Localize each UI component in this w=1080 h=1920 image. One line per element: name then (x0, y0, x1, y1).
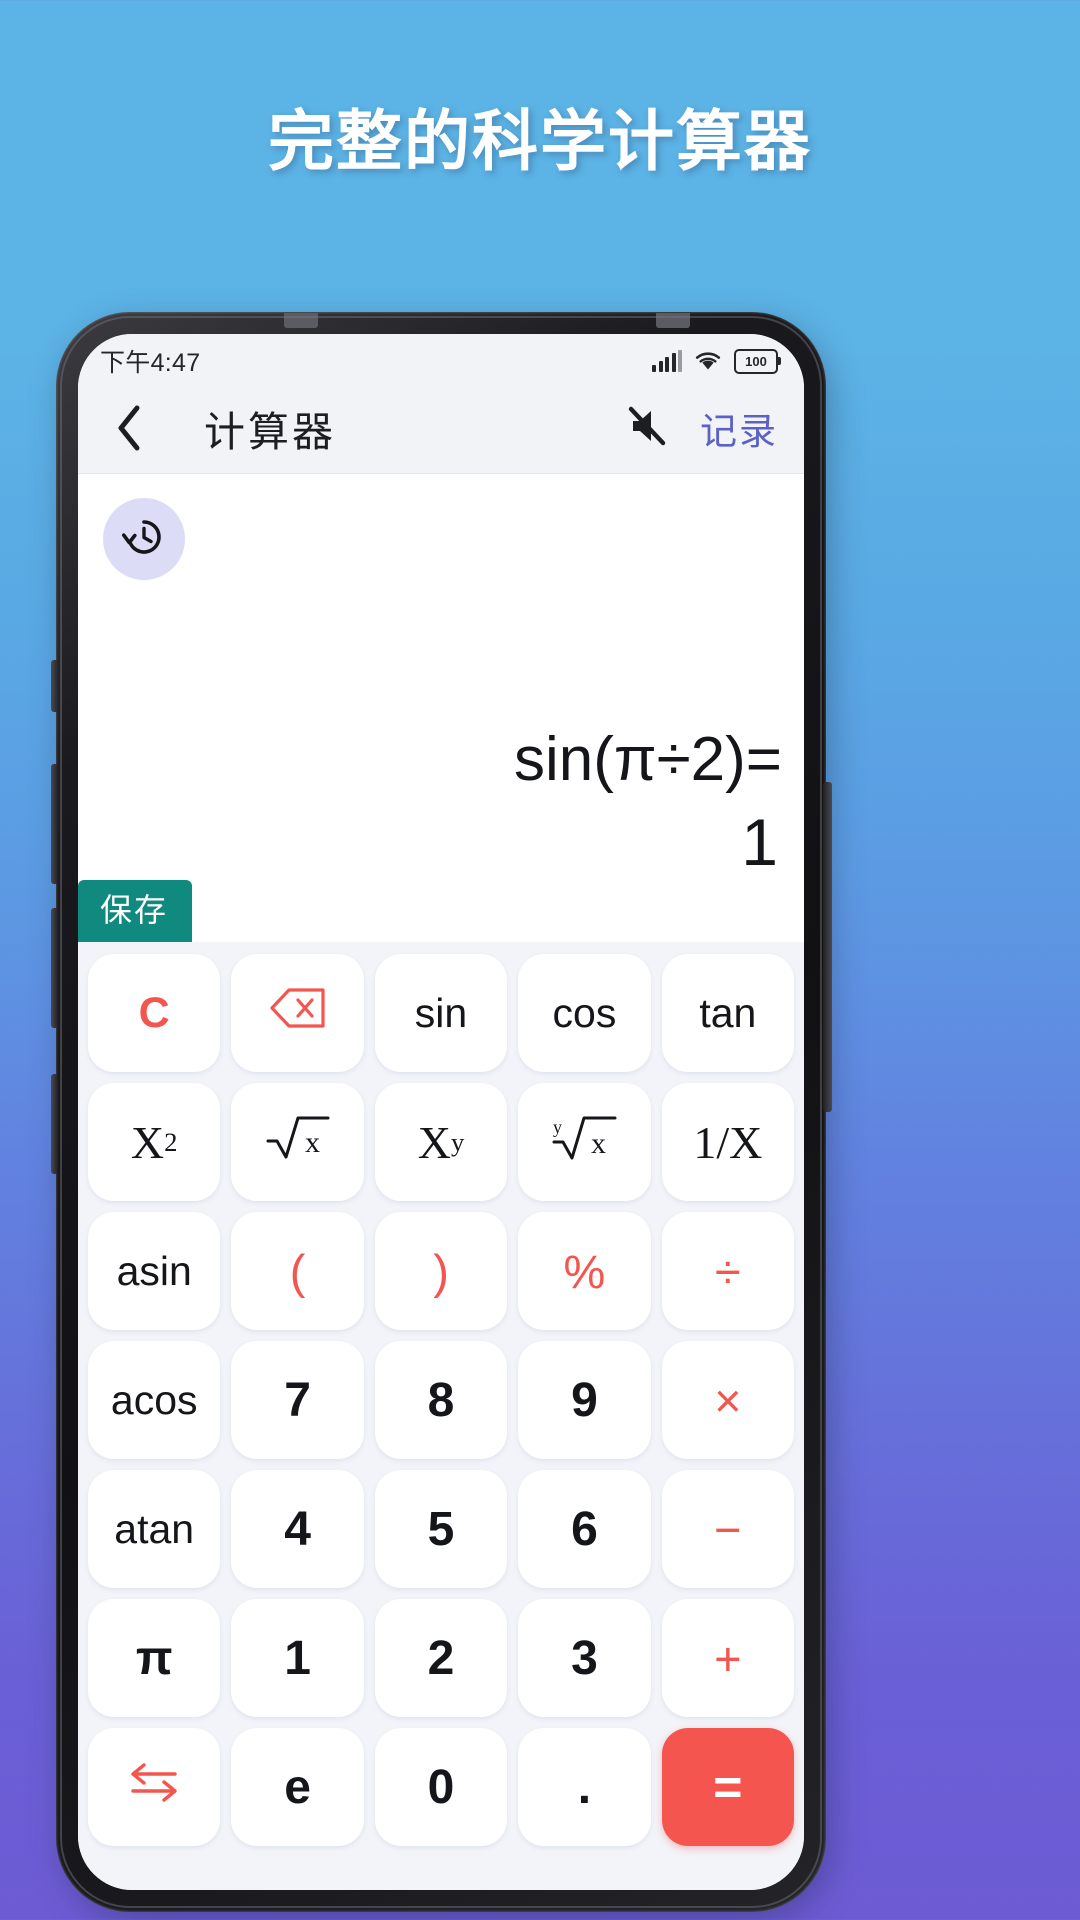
phone-side-button-top (51, 660, 59, 712)
key-3[interactable]: 3 (518, 1599, 651, 1717)
svg-text:x: x (591, 1127, 606, 1160)
keypad-row: e 0 . = (88, 1728, 795, 1846)
key-decimal[interactable]: . (518, 1728, 651, 1846)
phone-screen: 下午4:47 100 计算器 记录 sin(π÷2)= 1 保存 C sin c… (78, 334, 804, 1890)
key-8[interactable]: 8 (374, 1341, 508, 1459)
key-backspace[interactable] (231, 954, 364, 1072)
key-equals[interactable]: = (661, 1728, 795, 1846)
status-icons: 100 (652, 348, 781, 374)
key-divide[interactable]: ÷ (661, 1212, 795, 1330)
phone-body: 下午4:47 100 计算器 记录 sin(π÷2)= 1 保存 C sin c… (51, 312, 832, 1912)
phone-volume-down-button (51, 908, 58, 1028)
key-7[interactable]: 7 (231, 1341, 364, 1459)
key-tan[interactable]: tan (661, 954, 795, 1072)
key-e[interactable]: e (231, 1728, 364, 1846)
keypad-row: asin ( ) % ÷ (88, 1212, 795, 1330)
calculator-display: sin(π÷2)= 1 保存 (78, 474, 804, 942)
back-button[interactable] (102, 401, 156, 455)
status-time: 下午4:47 (100, 349, 201, 377)
save-button[interactable]: 保存 (78, 880, 193, 942)
key-2[interactable]: 2 (374, 1599, 508, 1717)
history-record-button[interactable]: 记录 (700, 401, 778, 455)
key-sqrt[interactable]: x (231, 1083, 364, 1201)
keypad-row: C sin cos tan (88, 954, 795, 1072)
nav-bar: 计算器 记录 (78, 382, 804, 474)
key-1[interactable]: 1 (231, 1599, 364, 1717)
key-atan[interactable]: atan (88, 1470, 221, 1588)
key-swap[interactable] (88, 1728, 221, 1846)
page-title: 完整的科学计算器 (268, 104, 812, 178)
key-open-paren[interactable]: ( (231, 1212, 364, 1330)
history-clock-icon (120, 513, 168, 566)
key-reciprocal[interactable]: 1/X (661, 1083, 795, 1201)
phone-antenna-line-left (284, 313, 318, 328)
keypad-row: π 1 2 3 + (88, 1599, 795, 1717)
key-close-paren[interactable]: ) (374, 1212, 508, 1330)
nth-root-icon: y x (549, 1111, 619, 1174)
phone-volume-up-button (51, 764, 58, 884)
battery-icon: 100 (734, 348, 781, 374)
key-percent[interactable]: % (518, 1212, 651, 1330)
phone-power-button (823, 782, 832, 1112)
key-sin[interactable]: sin (374, 954, 508, 1072)
svg-text:y: y (553, 1117, 562, 1137)
keypad-row: X2 x Xy y x 1/X (88, 1083, 795, 1201)
key-acos[interactable]: acos (88, 1341, 221, 1459)
svg-text:x: x (305, 1126, 320, 1159)
key-6[interactable]: 6 (518, 1470, 651, 1588)
wifi-icon (694, 350, 722, 372)
back-chevron-icon (114, 403, 144, 453)
key-clear[interactable]: C (88, 954, 221, 1072)
key-plus[interactable]: + (661, 1599, 795, 1717)
key-cos[interactable]: cos (518, 954, 651, 1072)
key-square[interactable]: X2 (88, 1083, 221, 1201)
phone-antenna-line-right (656, 313, 690, 328)
key-9[interactable]: 9 (518, 1341, 651, 1459)
phone-side-button-bottom (51, 1074, 58, 1174)
key-power[interactable]: Xy (374, 1083, 508, 1201)
keypad-row: acos 7 8 9 × (88, 1341, 795, 1459)
result-text: 1 (741, 805, 778, 879)
history-button[interactable] (103, 498, 185, 580)
swap-arrows-icon (128, 1760, 180, 1815)
speaker-muted-icon (621, 400, 671, 455)
key-0[interactable]: 0 (374, 1728, 508, 1846)
key-4[interactable]: 4 (231, 1470, 364, 1588)
sqrt-icon: x (265, 1112, 331, 1173)
mute-toggle-button[interactable] (618, 400, 674, 456)
phone-mockup: 下午4:47 100 计算器 记录 sin(π÷2)= 1 保存 C sin c… (51, 312, 838, 1920)
key-minus[interactable]: − (661, 1470, 795, 1588)
status-bar: 下午4:47 100 (78, 334, 804, 382)
key-pi[interactable]: π (88, 1599, 221, 1717)
signal-bars-icon (652, 350, 682, 372)
expression-text: sin(π÷2)= (513, 725, 782, 794)
key-nth-root[interactable]: y x (518, 1083, 651, 1201)
key-5[interactable]: 5 (374, 1470, 508, 1588)
calculator-keypad: C sin cos tan X 2 x X y y x 1/X asin ()… (78, 942, 804, 1890)
keypad-row: atan 4 5 6 − (88, 1470, 795, 1588)
nav-title: 计算器 (204, 408, 336, 455)
battery-level-label: 100 (745, 353, 767, 369)
key-asin[interactable]: asin (88, 1212, 221, 1330)
backspace-icon (269, 987, 327, 1040)
key-multiply[interactable]: × (661, 1341, 795, 1459)
